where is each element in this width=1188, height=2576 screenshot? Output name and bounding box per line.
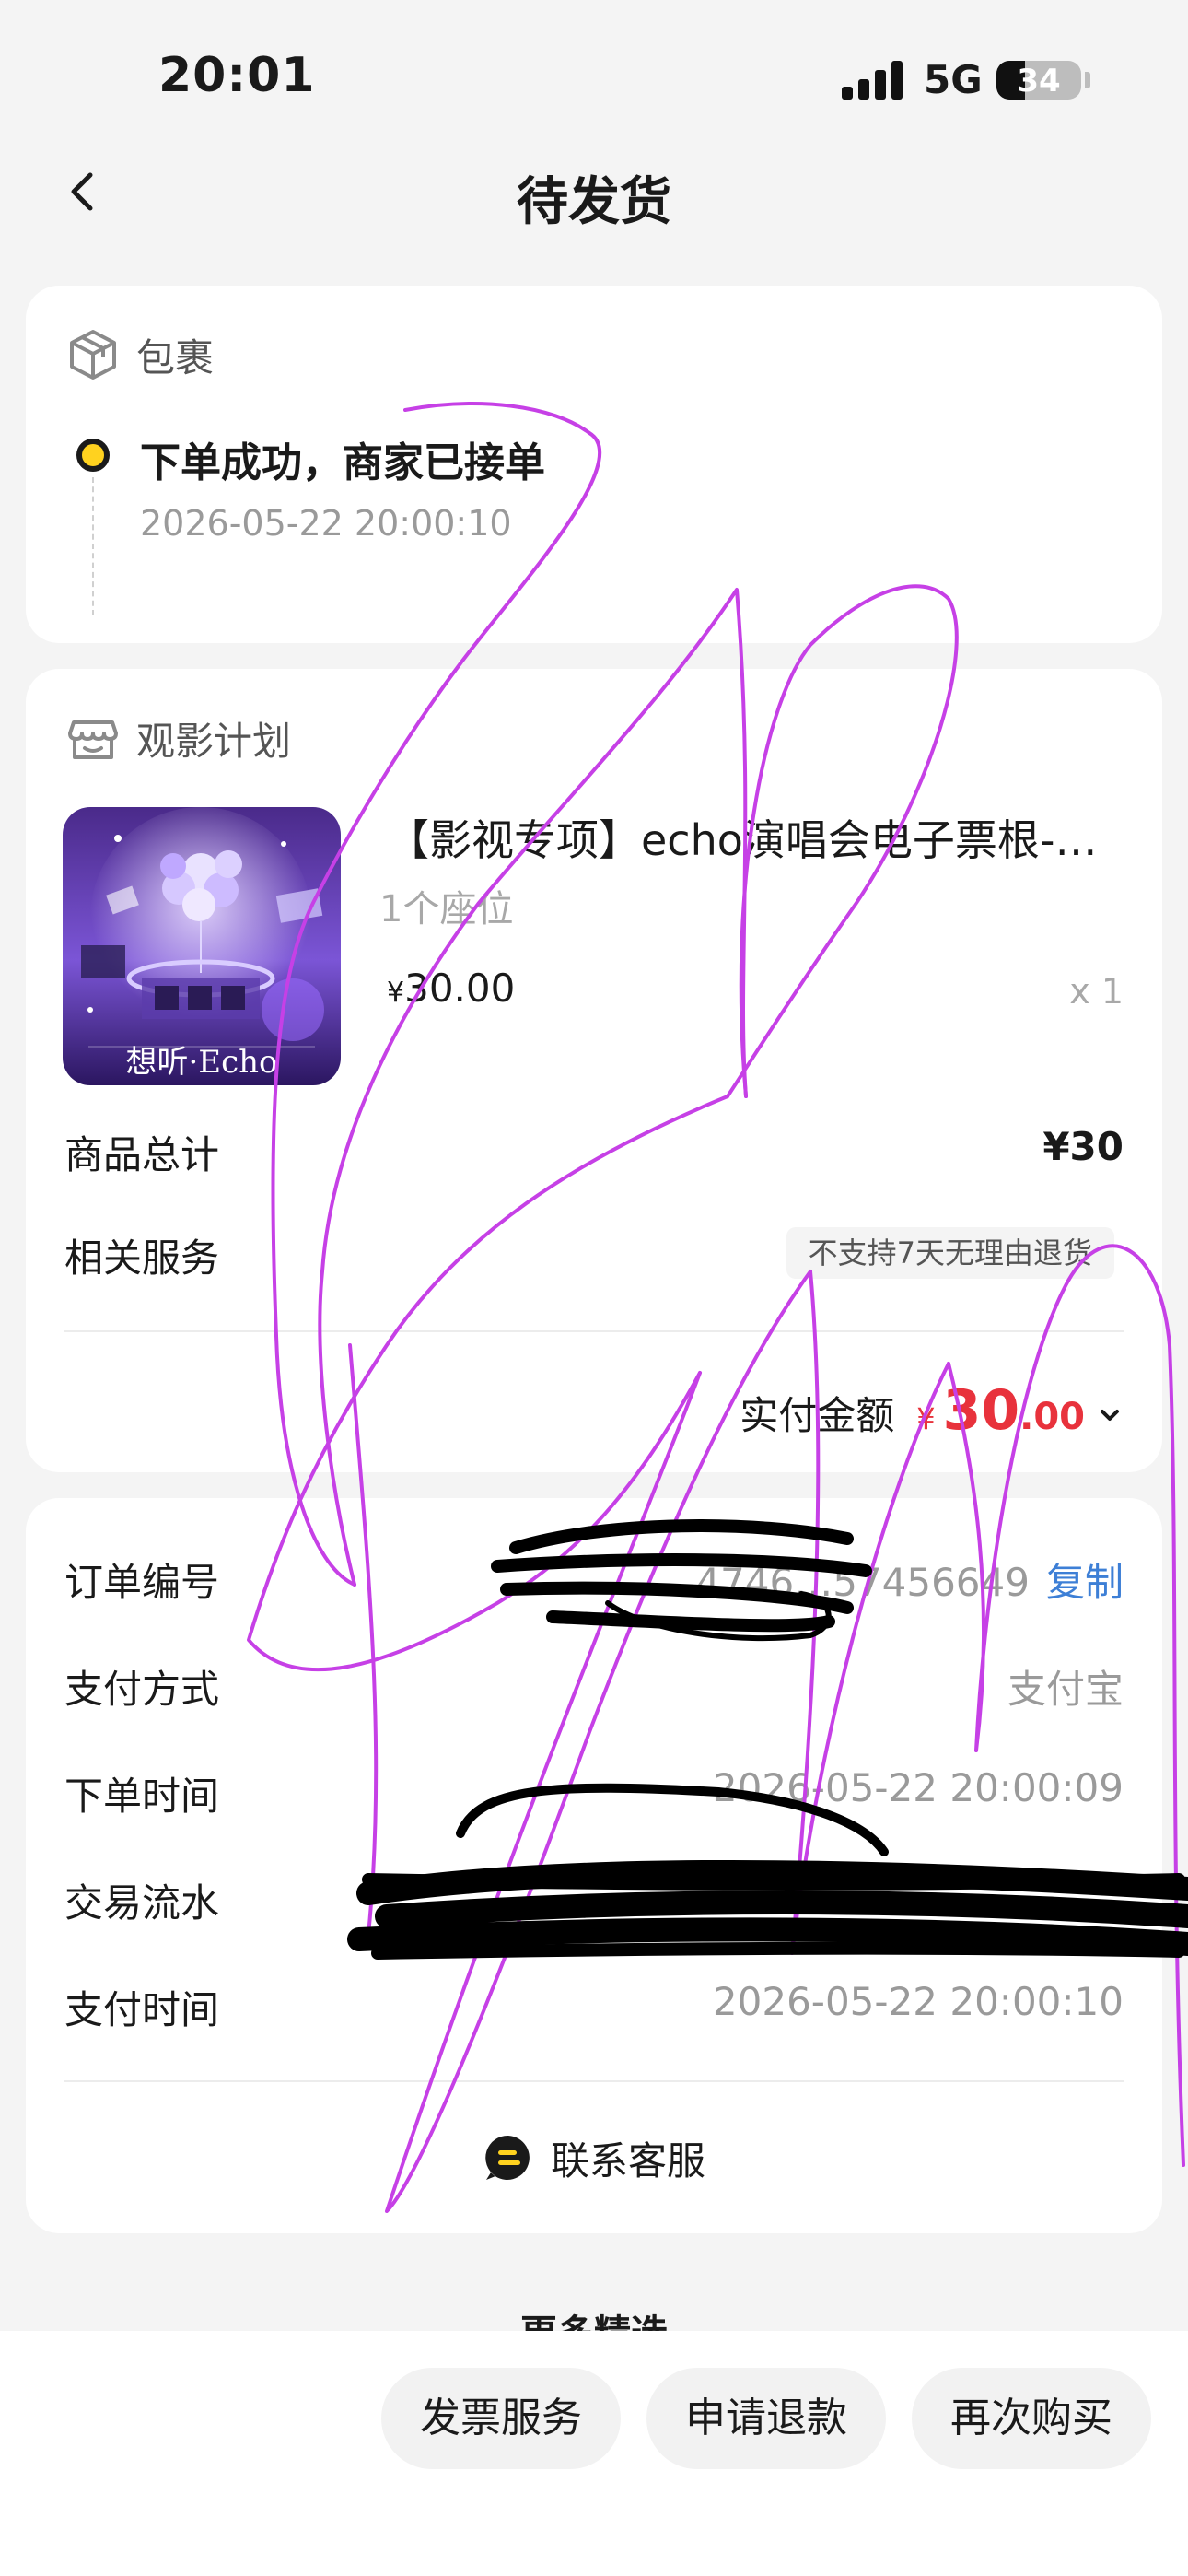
goods-total-label: 商品总计 <box>64 1132 220 1177</box>
order-number-label: 订单编号 <box>64 1560 220 1605</box>
pay-method-label: 支付方式 <box>64 1667 220 1712</box>
status-time: 20:01 <box>158 48 316 103</box>
package-status-time: 2026-05-22 20:00:10 <box>140 503 512 544</box>
package-header: 包裹 <box>64 324 214 385</box>
shop-header[interactable]: 观影计划 <box>64 708 291 768</box>
contact-service-button[interactable]: 联系客服 <box>26 2112 1162 2204</box>
poster-caption: 想听·Echo <box>125 1044 277 1081</box>
service-label: 相关服务 <box>64 1235 220 1281</box>
pay-method-value: 支付宝 <box>1007 1667 1124 1712</box>
order-info-card: 订单编号 …4746…57456649 复制 支付方式 支付宝 下单时间 2026… <box>26 1498 1162 2233</box>
paid-amount-row[interactable]: 实付金额 ¥ 30 .00 <box>740 1378 1124 1443</box>
divider <box>64 1330 1124 1332</box>
order-number-value: …4746…57456649 <box>657 1560 1030 1605</box>
battery-level: 34 <box>1017 63 1061 100</box>
bottom-action-bar: 发票服务 申请退款 再次购买 <box>0 2331 1188 2576</box>
chevron-down-icon <box>1101 1410 1119 1421</box>
pay-time-label: 支付时间 <box>64 1987 220 2032</box>
status-dot-icon <box>76 439 110 472</box>
divider <box>64 2080 1124 2082</box>
order-card: 观影计划 想听·Echo 【影视专项】echo演唱会电子票根-… 1个座位 ¥3… <box>26 669 1162 1472</box>
buy-again-button[interactable]: 再次购买 <box>912 2368 1151 2469</box>
price-amount: 30.00 <box>404 966 516 1011</box>
pay-time-value: 2026-05-22 20:00:10 <box>712 1979 1124 2024</box>
nav-bar: 待发货 <box>0 138 1188 249</box>
product-title[interactable]: 【影视专项】echo演唱会电子票根-… <box>387 807 1142 868</box>
contact-service-label: 联系客服 <box>550 2137 705 2184</box>
request-refund-button[interactable]: 申请退款 <box>646 2368 886 2469</box>
product-poster: 想听·Echo <box>63 807 341 1085</box>
copy-button[interactable]: 复制 <box>1046 1560 1124 1605</box>
paid-currency: ¥ <box>916 1401 936 1436</box>
order-detail-page: 20:01 5G 34 待发货 包裹 下单成功，商家已接单 2026-05-22… <box>0 0 1188 2576</box>
price-currency: ¥ <box>387 977 405 1009</box>
package-box-icon <box>70 330 116 380</box>
signal-icon <box>842 59 904 100</box>
shop-name: 观影计划 <box>136 718 292 764</box>
product-quantity: x 1 <box>1069 971 1124 1012</box>
paid-amount-decimal: .00 <box>1019 1396 1085 1438</box>
invoice-service-button[interactable]: 发票服务 <box>381 2368 621 2469</box>
product-price: ¥30.00 <box>387 966 515 1011</box>
goods-total-value: ¥30 <box>1042 1124 1124 1169</box>
paid-amount-integer: 30 <box>942 1378 1020 1443</box>
paid-label: 实付金额 <box>740 1393 895 1438</box>
status-bar: 20:01 5G 34 <box>0 0 1188 138</box>
battery-cap <box>1085 72 1090 88</box>
network-label: 5G <box>924 57 983 102</box>
package-card: 包裹 下单成功，商家已接单 2026-05-22 20:00:10 <box>26 286 1162 643</box>
timeline-line <box>92 477 94 615</box>
order-number-row: …4746…57456649 复制 <box>657 1551 1124 1608</box>
customer-service-icon <box>485 2135 530 2180</box>
order-time-label: 下单时间 <box>64 1774 220 1819</box>
battery-icon: 34 <box>996 61 1081 100</box>
product-image[interactable]: 想听·Echo <box>63 807 341 1085</box>
package-section-title: 包裹 <box>136 334 215 381</box>
package-status-title: 下单成功，商家已接单 <box>140 439 545 486</box>
trade-number-label: 交易流水 <box>64 1880 220 1926</box>
shop-icon <box>68 720 118 759</box>
order-time-value: 2026-05-22 20:00:09 <box>712 1765 1124 1810</box>
product-spec: 1个座位 <box>379 888 514 931</box>
page-title: 待发货 <box>517 172 671 232</box>
service-badge: 不支持7天无理由退货 <box>786 1227 1114 1279</box>
